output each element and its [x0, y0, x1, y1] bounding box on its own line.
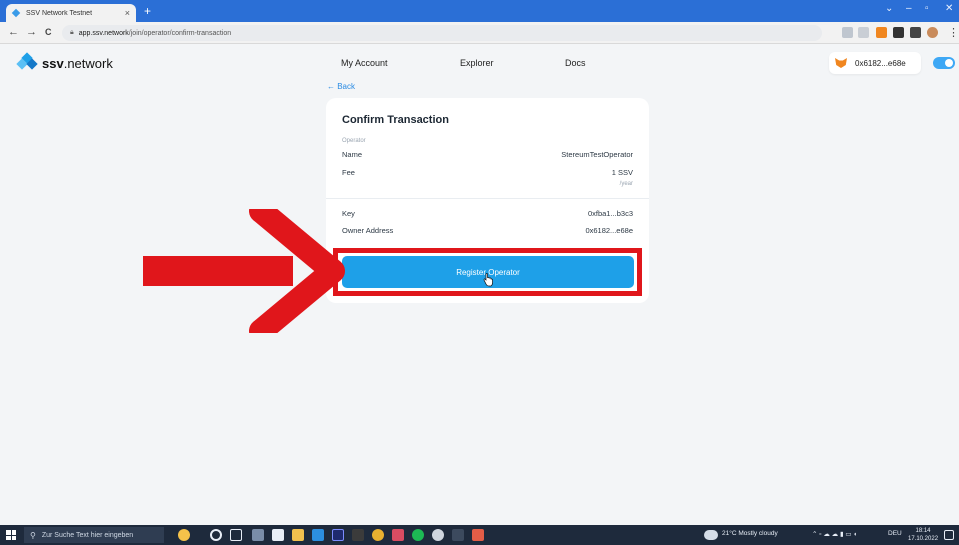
spotify-icon[interactable]	[412, 529, 424, 541]
hand-cursor-icon	[483, 273, 493, 287]
maximize-icon[interactable]: ▫	[925, 3, 929, 14]
brand-name: ssv.network	[42, 55, 113, 71]
taskbar-app-4-icon[interactable]	[352, 529, 364, 541]
taskbar-app-2-icon[interactable]	[272, 529, 284, 541]
ssv-logo[interactable]: ssv.network	[16, 52, 113, 72]
notifications-icon[interactable]	[944, 530, 954, 540]
fee-value: 1 SSV	[611, 168, 633, 177]
app-header: ssv.network My Account Explorer Docs 0x6…	[0, 44, 959, 84]
close-window-icon[interactable]: ✕	[945, 3, 953, 14]
more-menu-icon[interactable]: ⋮	[948, 26, 959, 39]
url-domain: app.ssv.network	[78, 29, 129, 37]
nav-explorer[interactable]: Explorer	[460, 58, 494, 68]
ssv-favicon-icon	[12, 9, 21, 18]
chrome-icon[interactable]	[372, 529, 384, 541]
metamask-extension-icon[interactable]	[876, 27, 887, 38]
taskbar-app-5-icon[interactable]	[392, 529, 404, 541]
cortana-icon[interactable]	[210, 529, 222, 541]
task-view-icon[interactable]	[230, 529, 242, 541]
bookmark-star-icon[interactable]	[858, 27, 869, 38]
nav-my-account[interactable]: My Account	[341, 58, 388, 68]
taskbar-app-8-icon[interactable]	[472, 529, 484, 541]
section-label-operator: Operator	[342, 138, 366, 144]
fee-unit: /year	[619, 181, 633, 187]
taskbar-app-6-icon[interactable]	[432, 529, 444, 541]
owner-address-label: Owner Address	[342, 226, 394, 235]
taskbar-app-1-icon[interactable]	[252, 529, 264, 541]
name-value: StereumTestOperator	[561, 150, 633, 159]
nav-docs[interactable]: Docs	[565, 58, 586, 68]
cloud-weather-icon	[704, 530, 718, 540]
sidebar-icon[interactable]	[910, 27, 921, 38]
reload-icon[interactable]: C	[45, 27, 52, 37]
metamask-fox-icon	[835, 58, 847, 68]
url-path: /join/operator/confirm-transaction	[128, 29, 232, 37]
wallet-address: 0x6182...e68e	[855, 58, 906, 68]
weather-widget-icon[interactable]	[178, 529, 190, 541]
premiere-icon[interactable]	[332, 529, 344, 541]
clock-date: 17.10.2022	[908, 536, 939, 542]
browser-tab-strip: SSV Network Testnet × + ⌄ – ▫ ✕	[0, 0, 959, 22]
search-icon: ⚲	[30, 530, 36, 540]
red-arrow-icon	[143, 209, 345, 333]
lock-icon: 🔒︎	[70, 29, 74, 36]
key-value: 0xfba1...b3c3	[587, 209, 633, 218]
language-indicator[interactable]: DEU	[888, 530, 902, 537]
file-explorer-icon[interactable]	[292, 529, 304, 541]
extensions-puzzle-icon[interactable]	[893, 27, 904, 38]
weather-status[interactable]: 21°C Mostly cloudy	[722, 530, 778, 537]
tab-close-icon[interactable]: ×	[125, 8, 130, 18]
forward-arrow-icon[interactable]: →	[26, 26, 37, 38]
wallet-button[interactable]: 0x6182...e68e	[829, 52, 921, 74]
back-link[interactable]: ← Back	[327, 82, 355, 91]
tray-icons[interactable]: ⌃ ▫ ☁ ☁ ▮ ▭ ◖	[812, 530, 857, 538]
fee-label: Fee	[342, 168, 355, 177]
windows-start-icon[interactable]	[6, 530, 16, 540]
clock-time: 18:14	[915, 528, 931, 534]
taskbar-clock[interactable]: 18:14 17.10.2022	[908, 527, 938, 543]
theme-toggle[interactable]	[933, 57, 955, 69]
taskbar-app-3-icon[interactable]	[312, 529, 324, 541]
minimize-icon[interactable]: –	[906, 3, 912, 14]
tab-title: SSV Network Testnet	[26, 9, 93, 17]
new-tab-button[interactable]: +	[144, 4, 151, 18]
browser-address-bar: ← → C 🔒︎ app.ssv.network /join/operator/…	[0, 22, 959, 44]
url-field[interactable]: 🔒︎ app.ssv.network /join/operator/confir…	[62, 25, 822, 41]
chevron-down-icon[interactable]: ⌄	[885, 3, 893, 14]
share-icon[interactable]	[842, 27, 853, 38]
taskbar-search-input[interactable]: ⚲ Zur Suche Text hier eingeben	[24, 527, 164, 543]
back-arrow-icon[interactable]: ←	[8, 26, 19, 38]
taskbar-search-placeholder: Zur Suche Text hier eingeben	[41, 531, 134, 539]
profile-avatar[interactable]	[927, 27, 938, 38]
ssv-logo-icon	[16, 52, 38, 72]
card-title: Confirm Transaction	[342, 114, 449, 126]
name-label: Name	[342, 150, 363, 159]
windows-taskbar: ⚲ Zur Suche Text hier eingeben 21°C Most…	[0, 525, 959, 545]
owner-address-value: 0x6182...e68e	[585, 226, 633, 235]
browser-tab[interactable]: SSV Network Testnet ×	[6, 4, 136, 22]
taskbar-app-7-icon[interactable]	[452, 529, 464, 541]
card-divider	[326, 198, 649, 199]
